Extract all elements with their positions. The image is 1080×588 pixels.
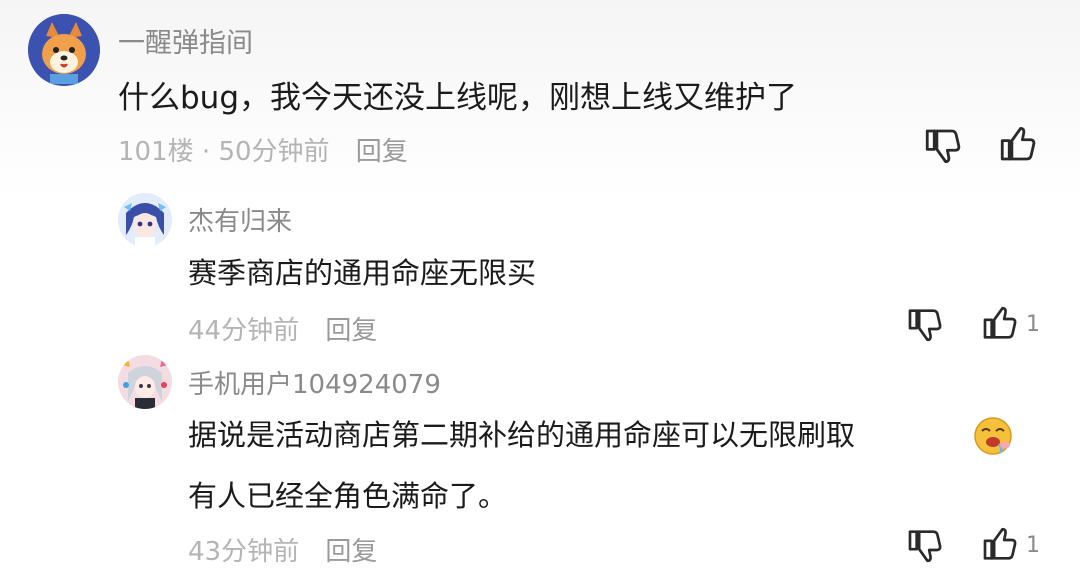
floor-number: 101楼 [118,137,194,167]
drooling-emoji-icon [974,417,1012,455]
comment-text: 有人已经全角色满命了。 [188,479,508,513]
like-icon[interactable] [980,304,1020,344]
comment-meta: 44分钟前 回复 [188,310,377,347]
like-icon[interactable] [980,525,1020,565]
like-icon[interactable] [997,124,1039,166]
avatar[interactable] [28,14,100,86]
shiba-avatar-icon [28,14,100,86]
comment-text: 据说是活动商店第二期补给的通用命座可以无限刷取 [188,412,855,454]
username[interactable]: 手机用户104924079 [188,364,441,401]
dislike-icon[interactable] [922,124,964,166]
dislike-icon[interactable] [905,525,945,565]
reply-button[interactable]: 回复 [356,137,408,167]
comment-meta: 101楼 · 50分钟前 回复 [118,131,408,168]
comment-text: 赛季商店的通用命座无限买 [188,256,537,290]
username[interactable]: 一醒弹指间 [118,21,253,60]
timestamp: 50分钟前 [218,137,330,167]
reply-button[interactable]: 回复 [325,537,377,567]
timestamp: 43分钟前 [188,537,300,567]
comment-text: 什么bug，我今天还没上线呢，刚想上线又维护了 [118,80,798,116]
timestamp: 44分钟前 [188,316,300,346]
anime-avatar-icon [118,355,172,409]
like-count: 1 [1026,533,1040,558]
anime-avatar-icon [118,193,172,247]
comment-text-line: 据说是活动商店第二期补给的通用命座可以无限刷取 [188,418,856,452]
separator: · [201,137,211,167]
comment-meta: 43分钟前 回复 [188,531,377,568]
avatar[interactable] [118,355,172,409]
dislike-icon[interactable] [905,304,945,344]
reply-button[interactable]: 回复 [325,316,377,346]
username[interactable]: 杰有归来 [188,201,292,238]
like-count: 1 [1026,312,1040,337]
avatar[interactable] [118,193,172,247]
